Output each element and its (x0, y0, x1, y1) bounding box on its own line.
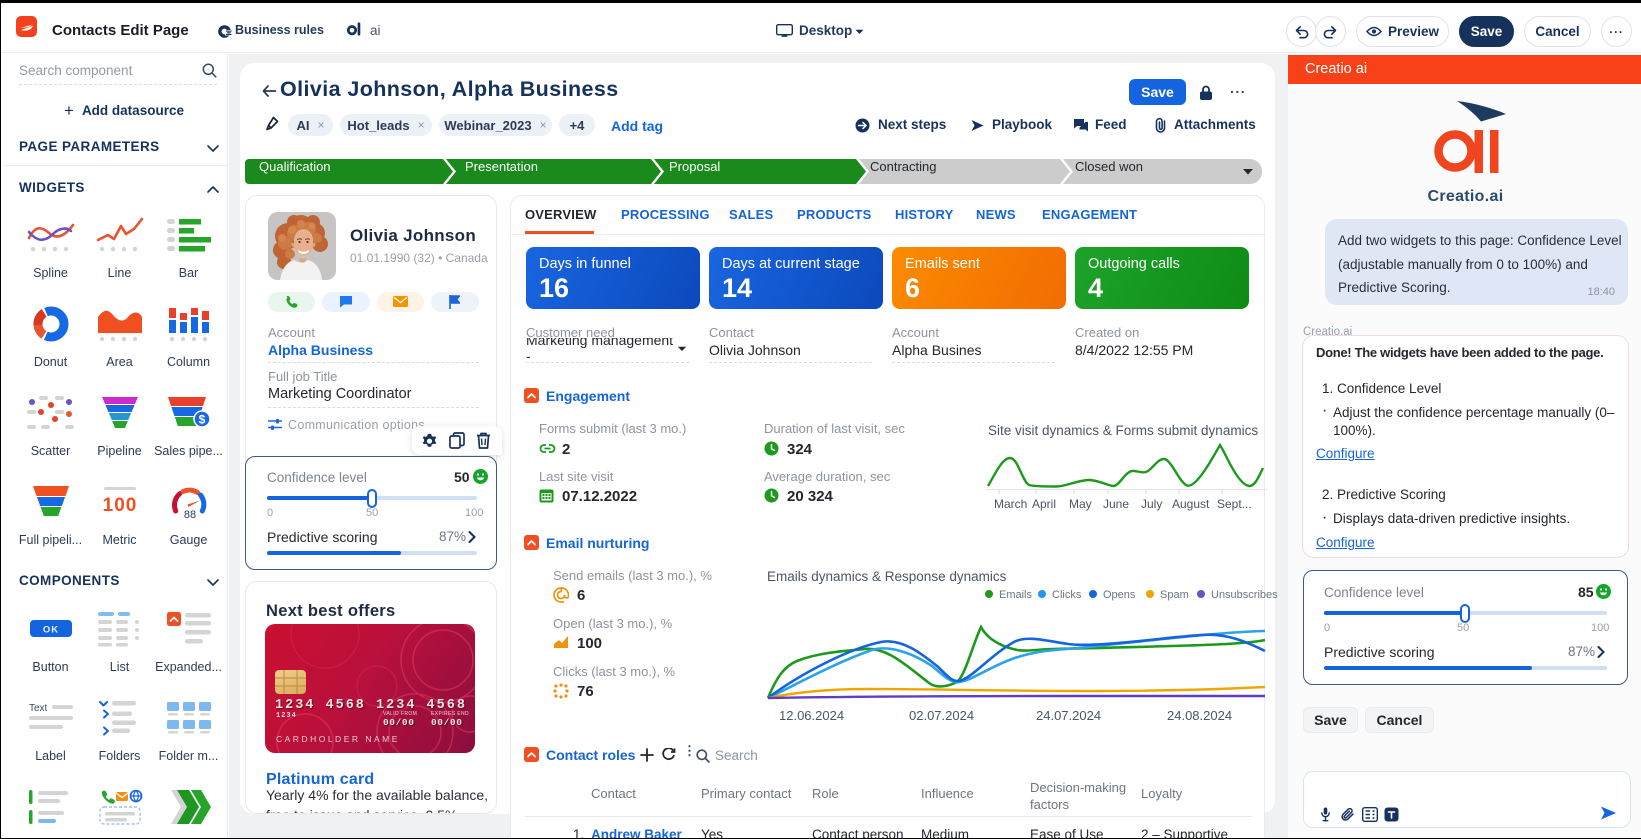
svg-text:$: $ (198, 413, 205, 427)
svg-text:OK: OK (42, 625, 58, 636)
svg-text:88: 88 (183, 509, 195, 521)
svg-text:100: 100 (102, 495, 137, 516)
svg-text:Text: Text (29, 703, 48, 714)
